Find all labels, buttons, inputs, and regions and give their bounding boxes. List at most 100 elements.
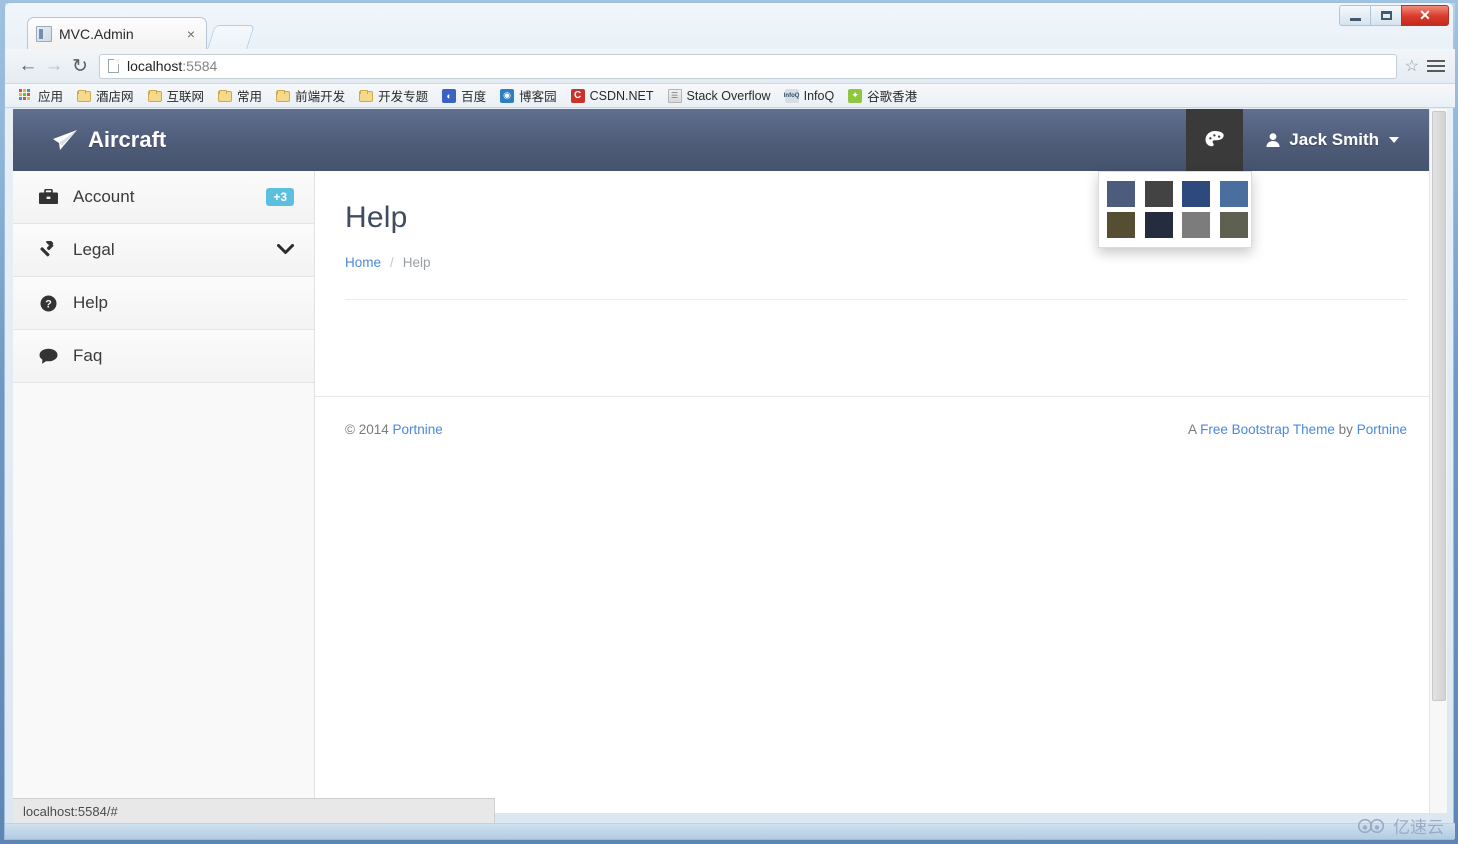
sidebar-badge: +3 xyxy=(266,188,294,206)
swatch-steel-blue[interactable] xyxy=(1219,181,1248,207)
content-body xyxy=(345,300,1407,396)
footer-prefix: A xyxy=(1188,422,1197,437)
browser-window: MVC.Admin × ✕ ← → ↻ localhost:5584 ☆ 应用 … xyxy=(4,2,1455,840)
swatch-navy-blue[interactable] xyxy=(1182,181,1210,207)
browser-tab[interactable]: MVC.Admin × xyxy=(27,17,207,49)
bookmark-folder-3[interactable]: 常用 xyxy=(212,84,268,107)
swatch-gray[interactable] xyxy=(1182,212,1210,238)
bookmark-label: 互联网 xyxy=(166,90,205,104)
bookmark-folder-4[interactable]: 前端开发 xyxy=(270,84,351,107)
footer-portnine-link[interactable]: Portnine xyxy=(393,422,443,437)
reload-icon[interactable]: ↻ xyxy=(67,53,93,79)
bookmark-apps[interactable]: 应用 xyxy=(13,84,69,107)
sidebar-item-label: Account xyxy=(73,187,135,206)
question-circle-icon: ? xyxy=(37,295,59,312)
bookmark-star-icon[interactable]: ☆ xyxy=(1405,56,1419,76)
window-titlebar: MVC.Admin × ✕ xyxy=(5,3,1455,49)
bookmark-label: 百度 xyxy=(461,90,487,104)
bookmark-label: Stack Overflow xyxy=(686,88,771,103)
briefcase-icon xyxy=(37,189,59,205)
window-bottom-edge xyxy=(5,823,1455,839)
chevron-down-icon xyxy=(277,242,294,259)
palette-icon xyxy=(1205,131,1224,147)
close-button[interactable]: ✕ xyxy=(1401,5,1449,26)
breadcrumb: Home / Help xyxy=(345,255,1407,270)
swatch-midnight[interactable] xyxy=(1144,212,1173,238)
stackoverflow-icon: ☰ xyxy=(667,88,682,103)
brand-label: Aircraft xyxy=(88,127,167,152)
tab-close-icon[interactable]: × xyxy=(184,26,198,42)
scrollbar-thumb[interactable] xyxy=(1432,111,1446,701)
footer-theme-link[interactable]: Free Bootstrap Theme xyxy=(1200,422,1335,437)
page-scrollbar[interactable] xyxy=(1429,109,1447,813)
footer-copyright: © 2014 xyxy=(345,422,389,437)
navbar-right: Jack Smith xyxy=(1186,109,1429,171)
user-name: Jack Smith xyxy=(1289,130,1379,149)
status-bar: localhost:5584/# xyxy=(13,798,495,823)
infoq-icon: InfoQ xyxy=(784,88,799,103)
footer-by: by xyxy=(1338,422,1353,437)
address-bar-url: localhost:5584 xyxy=(127,58,218,74)
folder-icon xyxy=(218,90,233,102)
bookmark-stackoverflow[interactable]: ☰ Stack Overflow xyxy=(662,87,777,105)
cloud-logo-icon xyxy=(1357,818,1385,833)
bookmark-cnblogs[interactable]: ◉ 博客园 xyxy=(494,84,563,107)
new-tab-button[interactable] xyxy=(207,25,255,49)
bookmark-folder-1[interactable]: 酒店网 xyxy=(71,84,140,107)
swatch-slate-blue[interactable] xyxy=(1107,181,1135,207)
sidebar-item-help[interactable]: ? Help xyxy=(13,277,314,330)
bookmark-label: 常用 xyxy=(237,90,263,104)
breadcrumb-separator: / xyxy=(390,255,394,270)
swatch-olive-brown[interactable] xyxy=(1107,212,1135,238)
web-page: Aircraft Jack Smith Account +3 Legal ? H… xyxy=(13,109,1429,813)
paper-plane-icon xyxy=(53,130,77,150)
breadcrumb-current: Help xyxy=(402,255,431,270)
footer-portnine-link-2[interactable]: Portnine xyxy=(1357,422,1407,437)
minimize-button[interactable] xyxy=(1339,5,1370,26)
page-document-icon xyxy=(108,59,119,73)
sidebar-item-legal[interactable]: Legal xyxy=(13,224,314,277)
bookmark-csdn[interactable]: C CSDN.NET xyxy=(565,87,660,105)
bookmark-google-hk[interactable]: ✦ 谷歌香港 xyxy=(842,84,923,107)
footer-right: A Free Bootstrap Theme by Portnine xyxy=(1188,422,1407,437)
bookmarks-bar: 应用 酒店网 互联网 常用 前端开发 开发专题 ◐ 百度 ◉ 博客园 C CSD… xyxy=(5,84,1455,108)
bookmark-baidu[interactable]: ◐ 百度 xyxy=(436,84,492,107)
desktop-background: MVC.Admin × ✕ ← → ↻ localhost:5584 ☆ 应用 … xyxy=(0,0,1458,844)
user-menu-button[interactable]: Jack Smith xyxy=(1243,109,1429,171)
user-icon xyxy=(1266,133,1280,147)
breadcrumb-home-link[interactable]: Home xyxy=(345,255,381,270)
bookmark-label: 前端开发 xyxy=(295,90,346,104)
brand-logo[interactable]: Aircraft xyxy=(53,127,166,153)
page-viewport: Aircraft Jack Smith Account +3 Legal ? H… xyxy=(13,109,1447,813)
cnblogs-icon: ◉ xyxy=(500,88,515,103)
bookmark-label: InfoQ xyxy=(803,88,835,103)
palette-button[interactable] xyxy=(1186,109,1244,171)
folder-icon xyxy=(359,90,374,102)
swatch-dark-gray[interactable] xyxy=(1144,181,1173,207)
back-icon[interactable]: ← xyxy=(15,53,41,79)
bookmark-folder-2[interactable]: 互联网 xyxy=(142,84,211,107)
folder-icon xyxy=(77,90,92,102)
watermark: 亿速云 xyxy=(1357,813,1444,838)
watermark-text: 亿速云 xyxy=(1393,818,1444,837)
gavel-icon xyxy=(37,241,59,259)
bookmark-infoq[interactable]: InfoQ InfoQ xyxy=(779,87,841,105)
swatch-olive-gray[interactable] xyxy=(1219,212,1248,238)
app-navbar: Aircraft Jack Smith xyxy=(13,109,1429,171)
forward-icon[interactable]: → xyxy=(41,53,67,79)
browser-menu-icon[interactable] xyxy=(1427,60,1445,72)
bookmark-folder-5[interactable]: 开发专题 xyxy=(353,84,434,107)
sidebar-item-account[interactable]: Account +3 xyxy=(13,171,314,224)
address-bar[interactable]: localhost:5584 xyxy=(99,53,1397,79)
tab-title: MVC.Admin xyxy=(59,25,134,42)
page-favicon-icon xyxy=(36,25,52,42)
sidebar-item-faq[interactable]: Faq xyxy=(13,330,314,383)
bookmark-label: CSDN.NET xyxy=(589,88,654,103)
palette-dropdown xyxy=(1098,171,1252,248)
bookmark-label: 酒店网 xyxy=(96,90,134,104)
baidu-icon: ◐ xyxy=(442,88,457,103)
google-icon: ✦ xyxy=(848,88,863,103)
maximize-button[interactable] xyxy=(1370,5,1401,26)
apps-grid-icon xyxy=(19,88,33,103)
bookmark-label: 博客园 xyxy=(519,90,557,104)
